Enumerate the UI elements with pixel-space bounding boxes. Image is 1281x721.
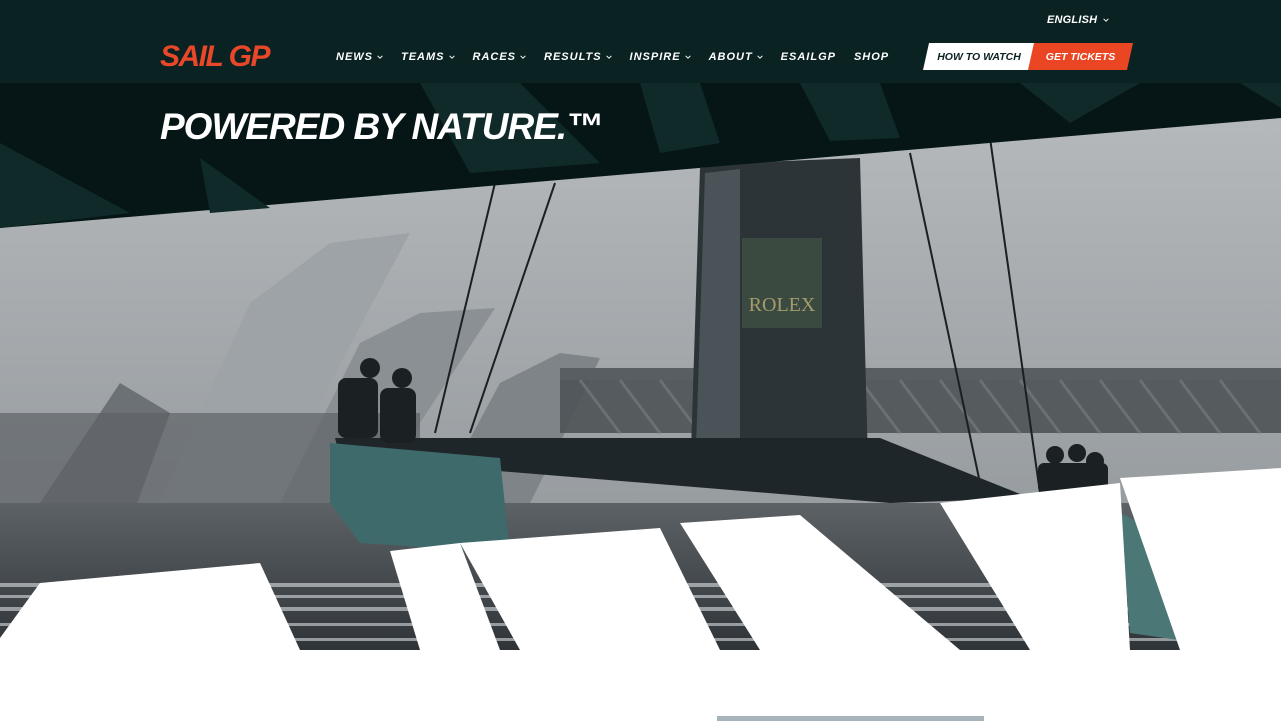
main-nav: NEWS TEAMS RACES RESULTS INSPIRE ABOUT E…: [336, 51, 907, 63]
hero-image: ROLEX: [0, 83, 1281, 650]
get-tickets-button[interactable]: GET TICKETS: [1028, 43, 1133, 70]
nav-label: ESAILGP: [780, 51, 836, 63]
nav-item-about[interactable]: ABOUT: [709, 51, 763, 63]
nav-item-inspire[interactable]: INSPIRE: [630, 51, 691, 63]
nav-item-races[interactable]: RACES: [473, 51, 527, 63]
chevron-down-icon: [1103, 18, 1110, 22]
nav-label: TEAMS: [401, 51, 445, 63]
chevron-down-icon: [377, 55, 383, 59]
nav-label: RACES: [472, 51, 517, 63]
nav-label: RESULTS: [544, 51, 602, 63]
sailgp-logo[interactable]: SAIL GP: [160, 38, 270, 76]
chevron-down-icon: [448, 55, 455, 59]
sail-logo-text: ROLEX: [749, 294, 816, 316]
how-to-watch-button[interactable]: HOW TO WATCH: [923, 43, 1035, 70]
chevron-down-icon: [756, 55, 763, 59]
language-selector[interactable]: ENGLISH: [1047, 14, 1110, 26]
site-header: ENGLISH SAIL GP NEWS TEAMS RACES RESULTS…: [0, 0, 1281, 83]
content-indicator-bar: [717, 716, 984, 721]
nav-label: INSPIRE: [629, 51, 681, 63]
hero-banner: ROLEX: [0, 83, 1281, 650]
nav-label: SHOP: [853, 51, 890, 63]
nav-item-shop[interactable]: SHOP: [854, 51, 889, 63]
chevron-down-icon: [520, 55, 526, 59]
nav-label: NEWS: [336, 51, 373, 63]
chevron-down-icon: [605, 55, 612, 59]
nav-item-results[interactable]: RESULTS: [544, 51, 612, 63]
nav-item-esailgp[interactable]: ESAILGP: [781, 51, 836, 63]
language-label: ENGLISH: [1047, 14, 1098, 26]
nav-label: ABOUT: [708, 51, 753, 63]
nav-item-teams[interactable]: TEAMS: [401, 51, 455, 63]
chevron-down-icon: [684, 55, 691, 59]
nav-item-news[interactable]: NEWS: [336, 51, 383, 63]
hero-headline: POWERED BY NATURE.™: [160, 106, 603, 147]
